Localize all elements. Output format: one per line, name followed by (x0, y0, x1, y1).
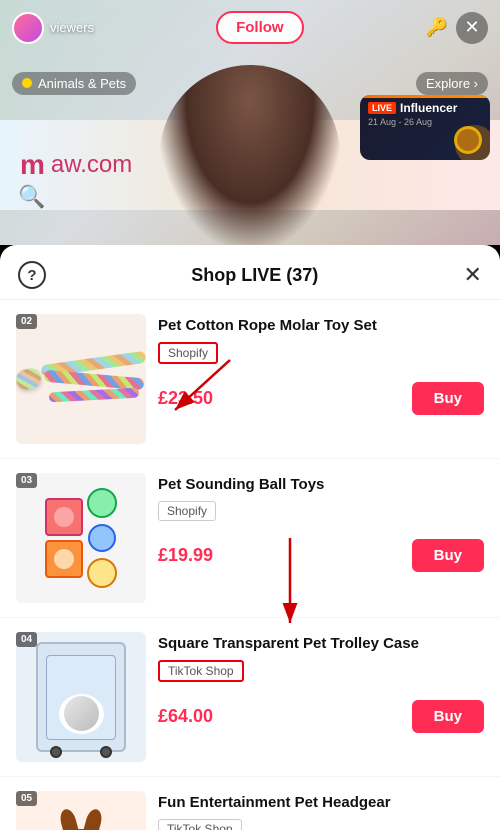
product-info: Pet Sounding Ball Toys Shopify £19.99 Bu… (158, 473, 484, 572)
product-price: £64.00 (158, 706, 213, 727)
product-store: TikTok Shop (158, 660, 244, 682)
shop-panel: ? Shop LIVE (37) ✕ 02 Pet Cotton Rope Mo… (0, 245, 500, 830)
product-name: Fun Entertainment Pet Headgear (158, 793, 484, 813)
product-price: £23.50 (158, 388, 213, 409)
product-name: Pet Cotton Rope Molar Toy Set (158, 316, 484, 336)
product-image (16, 632, 146, 762)
category-label: Animals & Pets (38, 76, 126, 91)
buy-button[interactable]: Buy (412, 539, 484, 572)
top-bar: viewers Follow 🔑 ✕ (0, 0, 500, 55)
close-live-button[interactable]: ✕ (456, 12, 488, 44)
product-name: Square Transparent Pet Trolley Case (158, 634, 484, 654)
product-number: 05 (16, 791, 37, 806)
product-info: Pet Cotton Rope Molar Toy Set Shopify £2… (158, 314, 484, 415)
product-number: 03 (16, 473, 37, 488)
product-image (16, 314, 146, 444)
explore-button[interactable]: Explore › (416, 72, 488, 95)
store-url: aw.com (51, 151, 132, 179)
product-price: £19.99 (158, 545, 213, 566)
product-image (16, 473, 146, 603)
shop-title: Shop LIVE (37) (191, 265, 318, 286)
product-info: Fun Entertainment Pet Headgear TikTok Sh… (158, 791, 484, 830)
category-dot (22, 78, 32, 88)
shop-header: ? Shop LIVE (37) ✕ (0, 245, 500, 300)
product-image-wrap: 05 (16, 791, 146, 830)
product-store: Shopify (158, 342, 218, 364)
price-row: £64.00 Buy (158, 700, 484, 733)
product-image-wrap: 04 (16, 632, 146, 762)
price-row: £23.50 Buy (158, 382, 484, 415)
table-row: 04 Square Transparent Pet Tr (0, 618, 500, 777)
help-icon[interactable]: ? (18, 261, 46, 289)
table-row: 03 (0, 459, 500, 618)
close-shop-button[interactable]: ✕ (464, 262, 482, 288)
follow-button[interactable]: Follow (216, 11, 304, 44)
buy-button[interactable]: Buy (412, 700, 484, 733)
product-image-wrap: 02 (16, 314, 146, 444)
product-number: 04 (16, 632, 37, 647)
product-info: Square Transparent Pet Trolley Case TikT… (158, 632, 484, 733)
avatar (12, 12, 44, 44)
key-icon: 🔑 (426, 17, 448, 38)
price-row: £19.99 Buy (158, 539, 484, 572)
live-influencer-banner: LIVE Influencer 21 Aug - 26 Aug (360, 95, 490, 160)
live-badge: LIVE (368, 102, 396, 114)
influencer-label: Influencer (400, 101, 457, 115)
product-store: TikTok Shop (158, 819, 242, 830)
product-list: 02 Pet Cotton Rope Molar Toy Set Shopify… (0, 300, 500, 830)
product-image-wrap: 03 (16, 473, 146, 603)
buy-button[interactable]: Buy (412, 382, 484, 415)
category-tag[interactable]: Animals & Pets (12, 72, 136, 95)
product-store: Shopify (158, 501, 216, 521)
store-logo: m (20, 149, 47, 181)
table-row: 05 (0, 777, 500, 830)
product-name: Pet Sounding Ball Toys (158, 475, 484, 495)
viewers-text: viewers (50, 20, 94, 35)
table-row: 02 Pet Cotton Rope Molar Toy Set Shopify… (0, 300, 500, 459)
search-icon[interactable]: 🔍 (18, 184, 45, 210)
viewers-section: viewers (12, 12, 94, 44)
product-number: 02 (16, 314, 37, 329)
